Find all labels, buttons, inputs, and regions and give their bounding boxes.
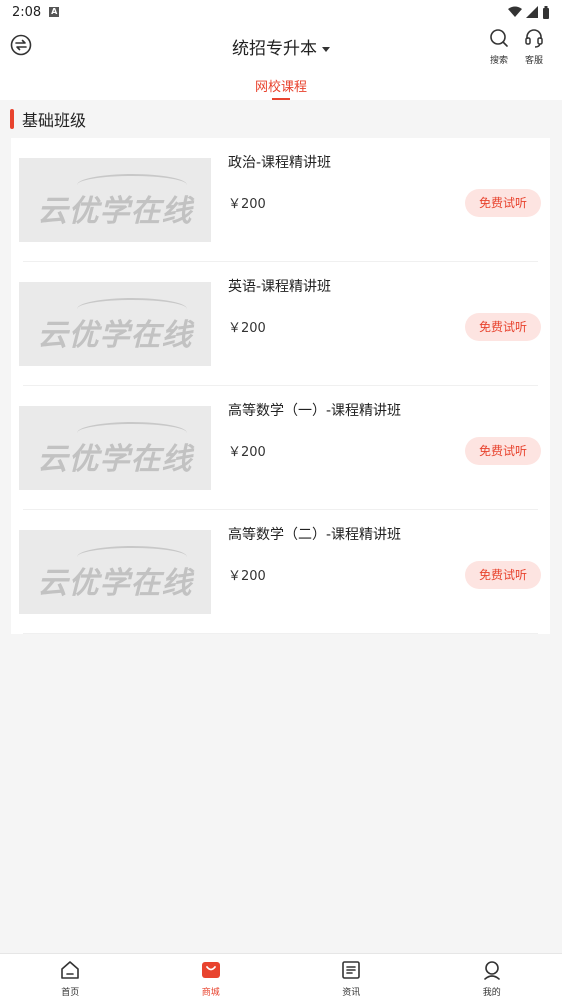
- nav-profile[interactable]: 我的: [422, 954, 562, 999]
- course-thumbnail[interactable]: 云优学在线: [19, 282, 211, 366]
- course-item[interactable]: 云优学在线 英语-课程精讲班 ￥200 免费试听: [19, 262, 541, 386]
- free-trial-button[interactable]: 免费试听: [465, 313, 541, 341]
- bottom-navigation: 首页 商城 资讯 我的: [0, 953, 562, 999]
- nav-home[interactable]: 首页: [0, 954, 141, 999]
- course-thumbnail[interactable]: 云优学在线: [19, 158, 211, 242]
- home-icon: [61, 961, 80, 979]
- status-time: 2:08: [12, 4, 42, 20]
- notification-icon: A: [49, 7, 60, 17]
- battery-icon: [543, 5, 549, 19]
- exam-category-selector[interactable]: 统招专升本: [0, 34, 562, 59]
- search-button[interactable]: 搜索: [484, 28, 514, 66]
- section-title: 基础班级: [22, 111, 87, 130]
- thumbnail-watermark: 云优学在线: [37, 194, 193, 229]
- course-price: ￥200: [228, 321, 266, 336]
- course-item[interactable]: 云优学在线 高等数学（一）-课程精讲班 ￥200 免费试听: [19, 386, 541, 510]
- course-item[interactable]: 云优学在线 政治-课程精讲班 ￥200 免费试听: [19, 138, 541, 262]
- caret-down-icon: [322, 46, 330, 52]
- free-trial-button[interactable]: 免费试听: [465, 437, 541, 465]
- course-thumbnail[interactable]: 云优学在线: [19, 406, 211, 490]
- shop-bag-icon: [201, 962, 220, 978]
- nav-shop[interactable]: 商城: [141, 954, 282, 999]
- nav-shop-label: 商城: [201, 988, 220, 998]
- tab-bar: 网校课程: [0, 70, 562, 100]
- nav-profile-label: 我的: [482, 988, 501, 998]
- status-bar: 2:08 A: [0, 0, 562, 24]
- course-thumbnail[interactable]: 云优学在线: [19, 530, 211, 614]
- page-title: 统招专升本: [232, 39, 317, 59]
- tab-online-courses[interactable]: 网校课程: [255, 70, 307, 100]
- customer-service-button[interactable]: 客服: [519, 28, 549, 66]
- course-list: 云优学在线 政治-课程精讲班 ￥200 免费试听 云优学在线 英语-课程精讲班 …: [11, 138, 550, 634]
- nav-home-label: 首页: [61, 988, 80, 998]
- news-icon: [342, 961, 361, 979]
- section-header: 基础班级: [10, 106, 86, 132]
- course-item[interactable]: 云优学在线 高等数学（二）-课程精讲班 ￥200 免费试听: [19, 510, 541, 634]
- status-icons: [508, 5, 550, 19]
- search-label: 搜索: [489, 56, 508, 66]
- free-trial-button[interactable]: 免费试听: [465, 561, 541, 589]
- course-name[interactable]: 高等数学（一）-课程精讲班: [228, 400, 401, 420]
- top-header: 统招专升本 搜索 客服: [0, 24, 562, 70]
- course-name[interactable]: 高等数学（二）-课程精讲班: [228, 524, 401, 544]
- nav-news[interactable]: 资讯: [281, 954, 422, 999]
- wifi-icon: [508, 6, 522, 17]
- profile-icon: [483, 961, 500, 980]
- signal-icon: [526, 6, 538, 18]
- thumbnail-watermark: 云优学在线: [37, 566, 193, 601]
- course-price: ￥200: [228, 569, 266, 584]
- free-trial-button[interactable]: 免费试听: [465, 189, 541, 217]
- course-name[interactable]: 政治-课程精讲班: [228, 152, 331, 172]
- course-price: ￥200: [228, 197, 266, 212]
- course-name[interactable]: 英语-课程精讲班: [228, 276, 331, 296]
- thumbnail-watermark: 云优学在线: [37, 318, 193, 353]
- nav-news-label: 资讯: [342, 988, 361, 998]
- search-icon: [490, 29, 508, 47]
- section-accent-bar: [10, 109, 14, 129]
- headset-icon: [525, 29, 543, 48]
- thumbnail-watermark: 云优学在线: [37, 442, 193, 477]
- course-price: ￥200: [228, 445, 266, 460]
- service-label: 客服: [524, 56, 543, 66]
